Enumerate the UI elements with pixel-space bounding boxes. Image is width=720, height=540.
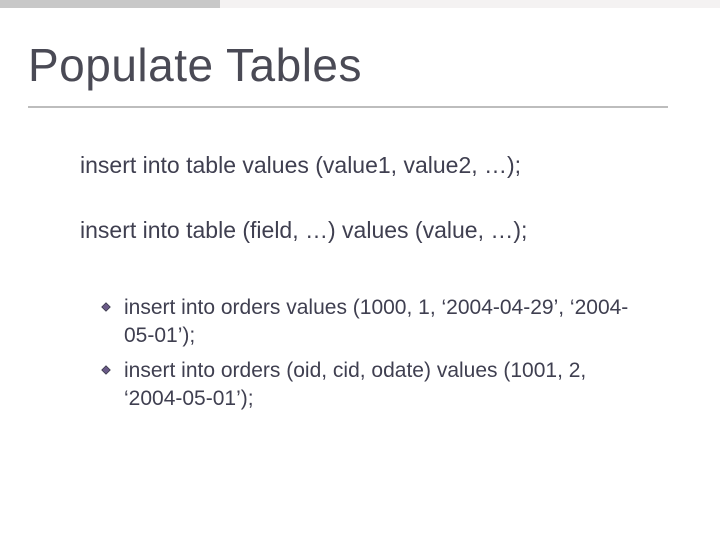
syntax-line-2: insert into table (field, …) values (val… xyxy=(80,215,660,246)
diamond-bullet-icon xyxy=(100,364,112,376)
slide-title: Populate Tables xyxy=(28,38,362,92)
example-text: insert into orders values (1000, 1, ‘200… xyxy=(124,294,644,351)
example-text: insert into orders (oid, cid, odate) val… xyxy=(124,357,644,414)
slide: Populate Tables insert into table values… xyxy=(0,0,720,540)
list-item: insert into orders (oid, cid, odate) val… xyxy=(100,357,660,414)
example-list: insert into orders values (1000, 1, ‘200… xyxy=(80,294,660,413)
slide-content: insert into table values (value1, value2… xyxy=(80,150,660,419)
title-underline xyxy=(28,106,668,108)
syntax-line-1: insert into table values (value1, value2… xyxy=(80,150,660,181)
top-accent-light xyxy=(220,0,720,8)
diamond-bullet-icon xyxy=(100,301,112,313)
top-accent-dark xyxy=(0,0,220,8)
list-item: insert into orders values (1000, 1, ‘200… xyxy=(100,294,660,351)
top-accent-bar xyxy=(0,0,720,8)
